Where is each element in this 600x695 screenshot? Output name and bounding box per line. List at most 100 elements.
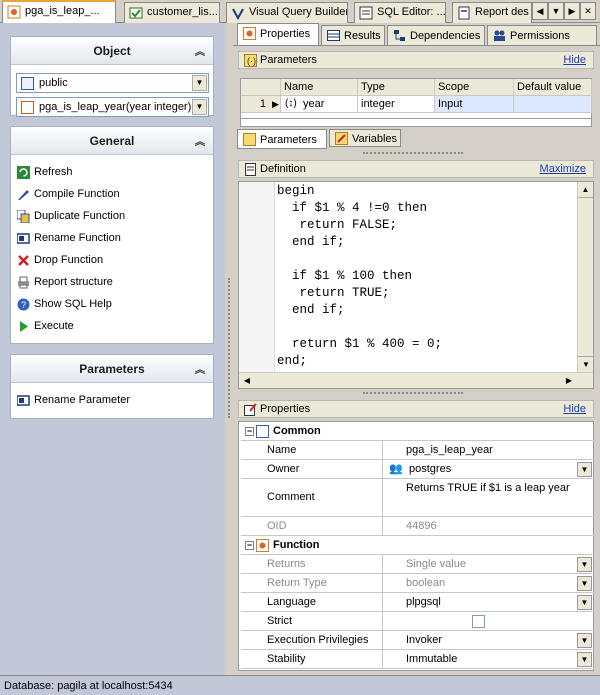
show-sql-help-link[interactable]: ? Show SQL Help	[17, 296, 112, 314]
chevron-down-icon[interactable]: ▼	[577, 557, 592, 572]
compile-icon	[18, 190, 29, 200]
return-type-select[interactable]: boolean ▼	[384, 574, 594, 592]
language-select[interactable]: plpgsql ▼	[384, 593, 594, 611]
stability-select[interactable]: Immutable ▼	[384, 650, 594, 668]
property-row-owner[interactable]: Owner 👥 postgres ▼	[241, 460, 594, 479]
rename-function-link[interactable]: Rename Function	[17, 230, 121, 248]
hide-properties-link[interactable]: Hide	[563, 403, 586, 415]
inner-tab-parameters[interactable]: Parameters	[237, 129, 327, 149]
property-row-return-type[interactable]: Return Type boolean ▼	[241, 574, 594, 593]
left-navigation-pane: Object ︽ public ▼ pga_is_leap_year(year …	[0, 23, 225, 675]
strict-checkbox[interactable]	[472, 615, 485, 628]
chevron-down-icon[interactable]: ▼	[577, 462, 592, 477]
tab-scroll-right-button[interactable]: ▶	[564, 2, 580, 20]
property-row-execution-privileges[interactable]: Execution Privilegies Invoker ▼	[241, 631, 594, 650]
property-row-returns[interactable]: Returns Single value ▼	[241, 555, 594, 574]
tab-properties[interactable]: Properties	[237, 23, 319, 46]
schema-select[interactable]: public ▼	[16, 73, 209, 93]
scroll-down-icon[interactable]: ▼	[578, 356, 594, 372]
param-type-cell[interactable]: integer	[358, 96, 435, 113]
duplicate-function-link[interactable]: Duplicate Function	[17, 208, 125, 226]
returns-select[interactable]: Single value ▼	[384, 555, 594, 573]
chevron-down-icon[interactable]: ▼	[577, 633, 592, 648]
param-scope-cell[interactable]: Input	[435, 96, 514, 113]
maximize-definition-link[interactable]: Maximize	[540, 163, 586, 175]
rename-icon	[17, 233, 30, 244]
tab-scroll-left-button[interactable]: ◀	[532, 2, 548, 20]
help-icon: ?	[17, 298, 30, 311]
vertical-scrollbar[interactable]: ▲ ▼	[577, 182, 594, 372]
column-header[interactable]: Name	[281, 79, 358, 96]
general-panel-header[interactable]: General ︽	[11, 127, 213, 155]
hide-parameters-link[interactable]: Hide	[563, 54, 586, 66]
execute-link[interactable]: Execute	[17, 318, 74, 336]
property-row-comment[interactable]: Comment Returns TRUE if $1 is a leap yea…	[241, 479, 594, 517]
doc-tab-sql-editor[interactable]: SQL Editor: ...	[354, 2, 446, 23]
collapse-toggle-icon[interactable]: −	[245, 427, 254, 436]
chevron-down-icon[interactable]: ▼	[577, 595, 592, 610]
owner-select[interactable]: 👥 postgres ▼	[384, 460, 594, 478]
collapse-toggle-icon[interactable]: −	[245, 541, 254, 550]
execute-icon	[20, 321, 28, 332]
tab-results[interactable]: Results	[321, 25, 385, 45]
tab-dependencies[interactable]: Dependencies	[387, 25, 485, 45]
function-select[interactable]: pga_is_leap_year(year integer) ▼	[16, 97, 209, 117]
rename-parameter-link[interactable]: Rename Parameter	[17, 392, 130, 410]
oid-value: 44896	[406, 520, 437, 532]
pane-splitter[interactable]	[225, 23, 233, 675]
collapse-chevron-icon[interactable]: ︽	[195, 133, 205, 148]
compile-function-link[interactable]: Compile Function	[17, 186, 120, 204]
column-header[interactable]: Scope	[435, 79, 514, 96]
param-default-cell[interactable]	[514, 96, 592, 113]
report-structure-link[interactable]: Report structure	[17, 274, 113, 292]
input-parameter-icon: (↕)	[285, 98, 297, 109]
sql-code-editor[interactable]: begin if $1 % 4 !=0 then return FALSE; e…	[238, 181, 594, 389]
property-row-strict[interactable]: Strict	[241, 612, 594, 631]
property-row-language[interactable]: Language plpgsql ▼	[241, 593, 594, 612]
tab-permissions[interactable]: Permissions	[487, 25, 597, 45]
section-splitter[interactable]	[363, 152, 463, 155]
column-header[interactable]: Default value	[514, 79, 592, 96]
function-body-code[interactable]: begin if $1 % 4 !=0 then return FALSE; e…	[277, 183, 442, 370]
tab-strip-divider	[233, 45, 600, 46]
horizontal-scrollbar[interactable]: ◀ ▶	[239, 372, 593, 388]
column-header[interactable]: Type	[358, 79, 435, 96]
collapse-chevron-icon[interactable]: ︽	[195, 361, 205, 376]
scroll-left-icon[interactable]: ◀	[239, 373, 255, 389]
property-row-stability[interactable]: Stability Immutable ▼	[241, 650, 594, 669]
comment-field[interactable]: Returns TRUE if $1 is a leap year	[384, 479, 594, 516]
chevron-down-icon[interactable]: ▼	[577, 652, 592, 667]
doc-tab-view[interactable]: customer_lis...	[124, 2, 220, 23]
strict-cell	[384, 612, 594, 630]
property-group-function[interactable]: − Function	[241, 536, 594, 555]
inner-tab-variables[interactable]: Variables	[329, 129, 401, 147]
collapse-chevron-icon[interactable]: ︽	[195, 43, 205, 58]
doc-tab-report[interactable]: Report des	[452, 2, 532, 23]
section-splitter[interactable]	[363, 392, 463, 395]
scroll-up-icon[interactable]: ▲	[578, 182, 593, 198]
param-name-cell: year	[303, 98, 325, 110]
dependencies-icon	[394, 30, 405, 41]
tab-list-dropdown-button[interactable]: ▼	[548, 2, 564, 20]
document-tab-bar: pga_is_leap_... customer_lis... Visual Q…	[0, 0, 600, 24]
doc-tab-query-builder[interactable]: Visual Query Builder	[226, 2, 348, 23]
execution-privileges-select[interactable]: Invoker ▼	[384, 631, 594, 649]
function-icon	[256, 539, 269, 552]
svg-text:?: ?	[21, 300, 26, 310]
refresh-link[interactable]: Refresh	[17, 164, 73, 182]
drop-function-link[interactable]: Drop Function	[17, 252, 103, 270]
doc-tab-function[interactable]: pga_is_leap_...	[2, 0, 116, 24]
scroll-right-icon[interactable]: ▶	[561, 373, 577, 389]
name-field[interactable]: pga_is_leap_year	[384, 441, 594, 459]
chevron-down-icon[interactable]: ▼	[192, 75, 207, 91]
close-tab-button[interactable]: ✕	[580, 2, 596, 20]
property-group-common[interactable]: − Common	[241, 422, 594, 441]
table-row[interactable]: (↕) year	[281, 96, 358, 113]
chevron-down-icon[interactable]: ▼	[192, 99, 207, 115]
chevron-down-icon[interactable]: ▼	[577, 576, 592, 591]
property-row-name[interactable]: Name pga_is_leap_year	[241, 441, 594, 460]
status-text: Database: pagila at localhost:5434	[4, 680, 173, 692]
parameters-panel-header[interactable]: Parameters ︽	[11, 355, 213, 383]
parameters-icon	[243, 133, 256, 146]
object-panel-header[interactable]: Object ︽	[11, 37, 213, 65]
